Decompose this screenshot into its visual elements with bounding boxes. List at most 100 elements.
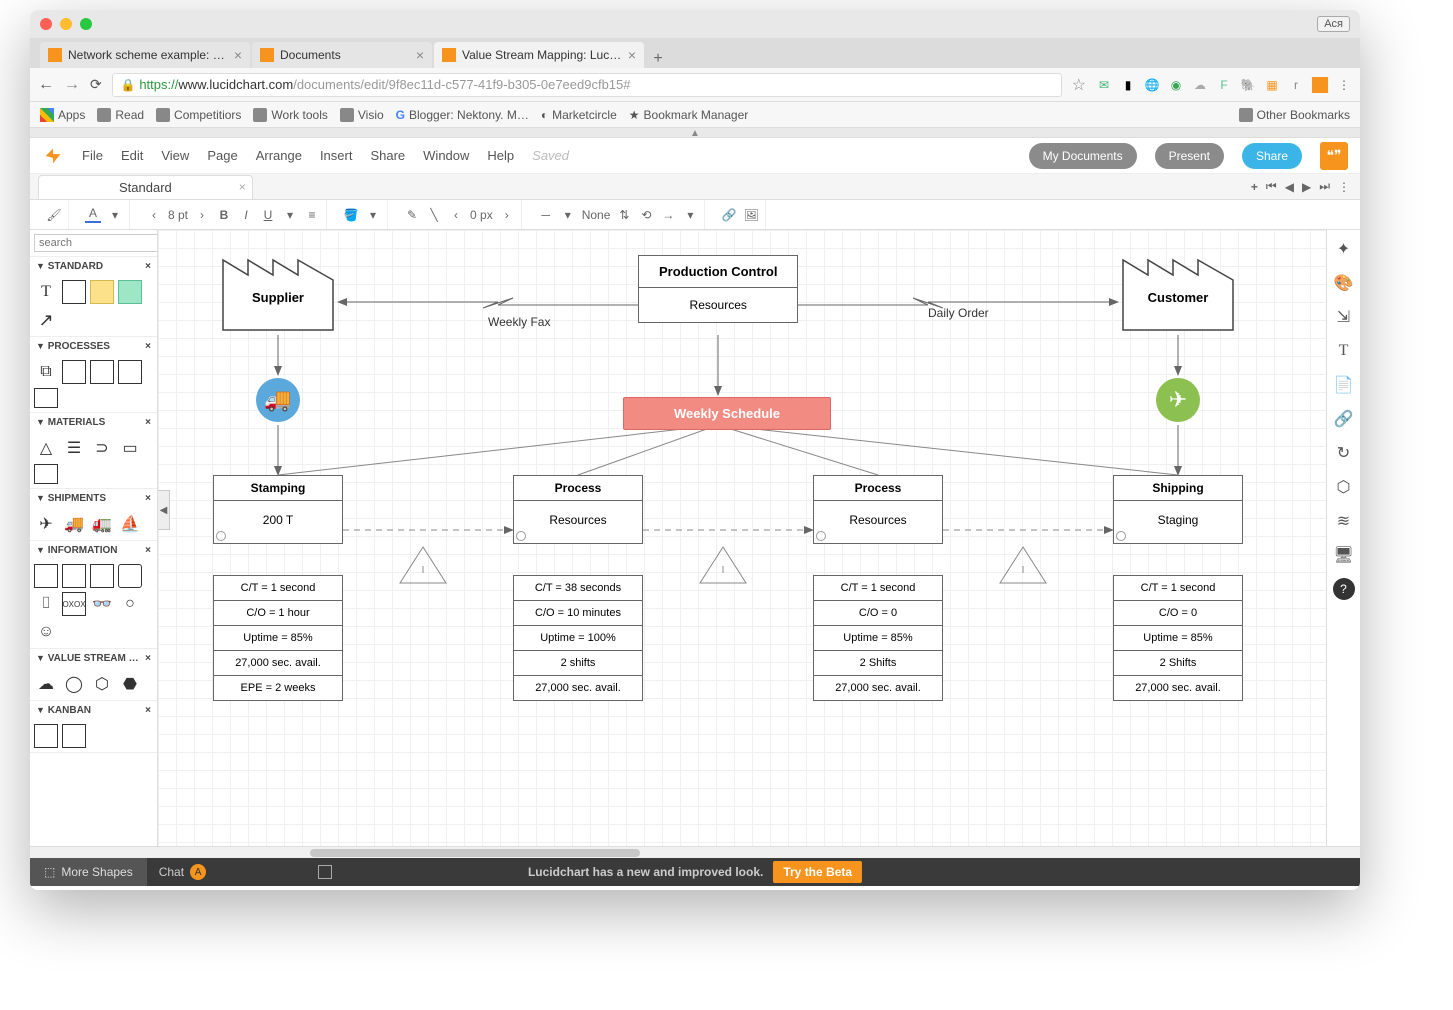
- collapse-panel-icon[interactable]: ◀: [158, 490, 170, 530]
- last-page-icon[interactable]: ⏭: [1319, 179, 1330, 194]
- shape-search-input[interactable]: [34, 234, 158, 252]
- oval-shape-icon[interactable]: ◯: [62, 672, 86, 696]
- info-shape-icon[interactable]: [34, 564, 58, 588]
- popout-icon[interactable]: [318, 865, 332, 879]
- databox-4[interactable]: C/T = 1 second C/O = 0 Uptime = 85% 2 Sh…: [1113, 575, 1243, 701]
- feedback-icon[interactable]: ❝❞: [1320, 142, 1348, 170]
- boat-shape-icon[interactable]: ⛵: [118, 512, 142, 536]
- close-group-icon[interactable]: ×: [145, 493, 151, 504]
- databox-1[interactable]: C/T = 1 second C/O = 1 hour Uptime = 85%…: [213, 575, 343, 701]
- close-tab-icon[interactable]: ×: [234, 47, 242, 63]
- more-shapes-button[interactable]: ⬚ More Shapes: [30, 858, 147, 886]
- bookmark-link[interactable]: GBlogger: Nektony. M…: [396, 108, 529, 122]
- ext-icon[interactable]: r: [1288, 77, 1304, 93]
- kanban-shape-icon[interactable]: [34, 724, 58, 748]
- glasses-shape-icon[interactable]: 👓: [90, 592, 114, 616]
- inventory-triangle[interactable]: I: [698, 545, 748, 585]
- text-tool-icon[interactable]: T: [1333, 340, 1355, 362]
- operator-shape-icon[interactable]: ☺: [34, 620, 58, 644]
- production-control-node[interactable]: Production Control Resources: [638, 255, 798, 323]
- kanban2-shape-icon[interactable]: [62, 724, 86, 748]
- line-style-value[interactable]: None: [582, 208, 611, 222]
- shelf-shape-icon[interactable]: ☰: [62, 436, 86, 460]
- rectangle-shape-icon[interactable]: [62, 280, 86, 304]
- supermarket-shape-icon[interactable]: ▭: [118, 436, 142, 460]
- browser-tab[interactable]: Documents ×: [252, 42, 432, 68]
- browser-tab-active[interactable]: Value Stream Mapping: Lucidc ×: [434, 42, 644, 68]
- scroll-thumb[interactable]: [310, 849, 640, 857]
- forward-button[interactable]: →: [64, 76, 80, 94]
- note-shape-icon[interactable]: [90, 280, 114, 304]
- hex-arrow-shape-icon[interactable]: ⬡: [90, 672, 114, 696]
- align-button[interactable]: ≡: [304, 208, 320, 222]
- group-header[interactable]: ▼ SHIPMENTS×: [30, 489, 157, 508]
- plane-shape-icon[interactable]: ✈: [34, 512, 58, 536]
- border-style-icon[interactable]: ╲: [426, 208, 442, 222]
- menu-insert[interactable]: Insert: [320, 148, 353, 163]
- close-tab-icon[interactable]: ×: [628, 47, 636, 63]
- sticky-shape-icon[interactable]: [118, 280, 142, 304]
- menu-view[interactable]: View: [161, 148, 189, 163]
- process-shape-icon[interactable]: [62, 360, 86, 384]
- ext-icon[interactable]: [1312, 77, 1328, 93]
- try-beta-button[interactable]: Try the Beta: [773, 861, 862, 883]
- presentation-icon[interactable]: 🖥: [1333, 544, 1355, 566]
- process-stamping[interactable]: Stamping 200 T: [213, 475, 343, 544]
- doc-tab-standard[interactable]: Standard ×: [38, 175, 253, 199]
- back-button[interactable]: ←: [38, 76, 54, 94]
- new-tab-button[interactable]: +: [646, 50, 670, 68]
- databox-3[interactable]: C/T = 1 second C/O = 0 Uptime = 85% 2 Sh…: [813, 575, 943, 701]
- factory-shape-icon[interactable]: ⧉: [34, 360, 58, 384]
- bold-button[interactable]: B: [216, 208, 232, 222]
- fill-color-icon[interactable]: 🪣: [343, 208, 359, 222]
- truck-shipment-icon[interactable]: 🚚: [256, 378, 300, 422]
- chevron-down-icon[interactable]: ▾: [560, 208, 576, 222]
- maximize-window-icon[interactable]: [80, 18, 92, 30]
- bookmark-link[interactable]: ★Bookmark Manager: [629, 108, 748, 122]
- bookmark-folder[interactable]: Work tools: [253, 108, 327, 122]
- close-tab-icon[interactable]: ×: [416, 47, 424, 63]
- group-header[interactable]: ▼ STANDARD×: [30, 257, 157, 276]
- golive-shape-icon[interactable]: ○: [118, 592, 142, 616]
- group-header[interactable]: ▼ KANBAN×: [30, 701, 157, 720]
- minimize-window-icon[interactable]: [60, 18, 72, 30]
- customer-node[interactable]: Customer: [1118, 245, 1238, 340]
- first-page-icon[interactable]: ⏮: [1266, 179, 1277, 194]
- bookmark-link[interactable]: ◐Marketcircle: [541, 108, 617, 122]
- close-group-icon[interactable]: ×: [145, 545, 151, 556]
- present-button[interactable]: Present: [1155, 143, 1224, 169]
- prev-page-icon[interactable]: ◀: [1285, 180, 1294, 194]
- data-link-icon[interactable]: 🔗: [1333, 408, 1355, 430]
- ext-icon[interactable]: ☁: [1192, 77, 1208, 93]
- inventory-triangle[interactable]: I: [398, 545, 448, 585]
- file-icon[interactable]: 📄: [1333, 374, 1355, 396]
- browser-tab[interactable]: Network scheme example: Luc ×: [40, 42, 250, 68]
- menu-file[interactable]: File: [82, 148, 103, 163]
- underline-button[interactable]: U: [260, 208, 276, 222]
- bookmark-apps[interactable]: Apps: [40, 108, 85, 122]
- process-2[interactable]: Process Resources: [513, 475, 643, 544]
- menu-share[interactable]: Share: [370, 148, 405, 163]
- close-window-icon[interactable]: [40, 18, 52, 30]
- bookmark-folder[interactable]: Competitiors: [156, 108, 241, 122]
- mrp-shape-icon[interactable]: OXOX: [62, 592, 86, 616]
- ext-icon[interactable]: F: [1216, 77, 1232, 93]
- close-group-icon[interactable]: ×: [145, 341, 151, 352]
- border-width-value[interactable]: 0 px: [470, 208, 493, 222]
- url-input[interactable]: 🔒 https:// www.lucidchart.com /documents…: [112, 73, 1062, 97]
- paint-format-icon[interactable]: 🖌: [46, 208, 62, 222]
- chevron-down-icon[interactable]: ▾: [365, 208, 381, 222]
- lucidchart-logo-icon[interactable]: [42, 145, 64, 167]
- info4-shape-icon[interactable]: [118, 564, 142, 588]
- safety-shape-icon[interactable]: [34, 464, 58, 484]
- other-bookmarks[interactable]: Other Bookmarks: [1239, 108, 1350, 122]
- ext-icon[interactable]: ✉: [1096, 77, 1112, 93]
- plane-shipment-icon[interactable]: ✈: [1156, 378, 1200, 422]
- ext-icon[interactable]: ▦: [1264, 77, 1280, 93]
- info2-shape-icon[interactable]: [62, 564, 86, 588]
- close-group-icon[interactable]: ×: [145, 417, 151, 428]
- chevron-down-icon[interactable]: ▾: [282, 208, 298, 222]
- italic-button[interactable]: I: [238, 208, 254, 222]
- close-group-icon[interactable]: ×: [145, 261, 151, 272]
- menu-arrange[interactable]: Arrange: [256, 148, 302, 163]
